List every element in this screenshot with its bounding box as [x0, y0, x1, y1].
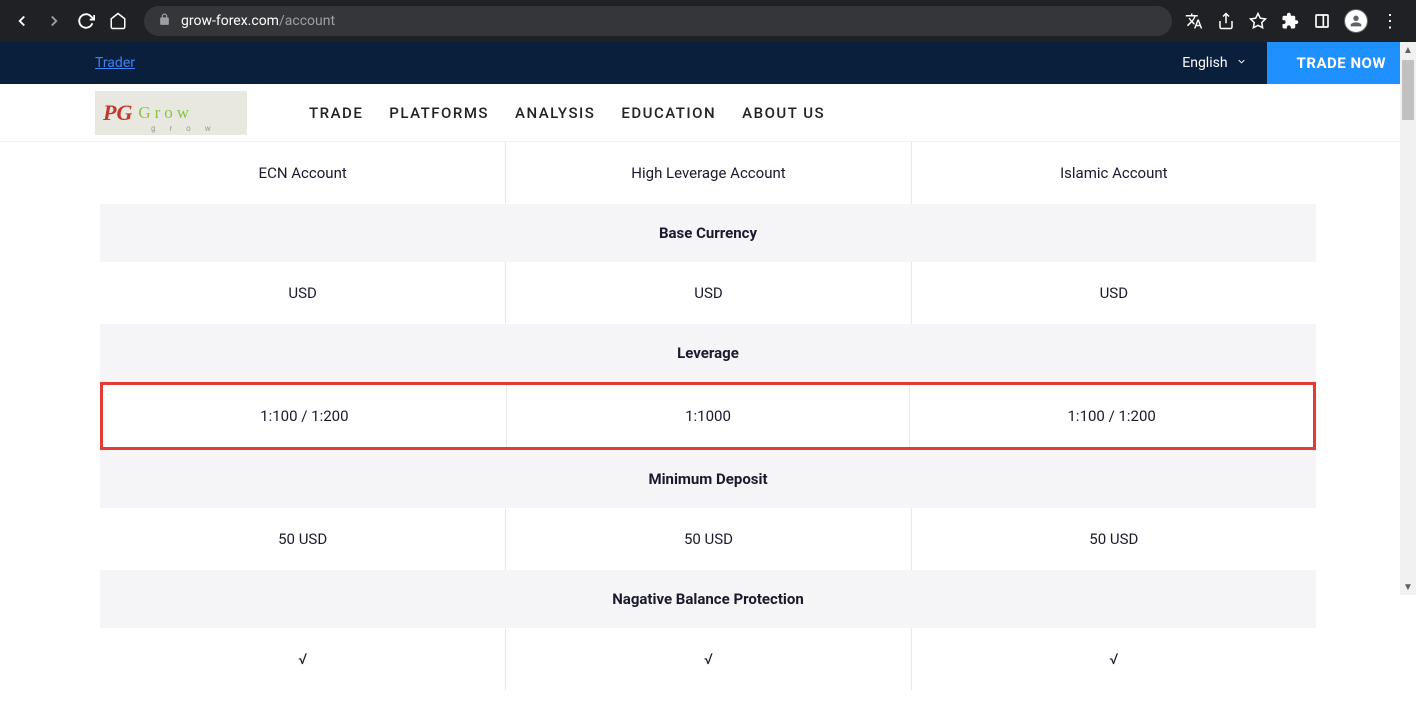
- section-header: Nagative Balance Protection: [100, 570, 1316, 628]
- trader-link[interactable]: Trader: [95, 55, 135, 71]
- account-type-cell: ECN Account: [100, 142, 505, 204]
- check-mark: √: [911, 628, 1316, 690]
- site-top-bar: Trader English TRADE NOW: [0, 42, 1416, 84]
- menu-icon[interactable]: ⋮: [1380, 11, 1400, 31]
- section-label: Leverage: [100, 324, 1316, 382]
- account-type-cell: High Leverage Account: [505, 142, 910, 204]
- table-cell: 50 USD: [100, 508, 505, 570]
- nav-education[interactable]: EDUCATION: [621, 104, 716, 122]
- chevron-down-icon: [1236, 55, 1247, 71]
- site-logo[interactable]: PG Grow g r o w: [95, 91, 247, 135]
- nav-about-us[interactable]: ABOUT US: [742, 104, 825, 122]
- account-type-cell: Islamic Account: [911, 142, 1316, 204]
- trade-now-button[interactable]: TRADE NOW: [1267, 42, 1416, 84]
- url-path: /account: [279, 13, 335, 29]
- scroll-up-arrow[interactable]: ▲: [1400, 42, 1416, 58]
- section-header: Minimum Deposit: [100, 450, 1316, 508]
- extensions-icon[interactable]: [1280, 11, 1300, 31]
- table-cell: 1:100 / 1:200: [103, 385, 506, 447]
- nav-trade[interactable]: TRADE: [309, 104, 363, 122]
- table-cell: USD: [911, 262, 1316, 324]
- language-label: English: [1182, 55, 1227, 71]
- table-cell: 50 USD: [911, 508, 1316, 570]
- panel-icon[interactable]: [1312, 11, 1332, 31]
- scroll-thumb[interactable]: [1402, 60, 1414, 120]
- section-label: Base Currency: [100, 204, 1316, 262]
- table-cell: 50 USD: [505, 508, 910, 570]
- check-mark: √: [505, 628, 910, 690]
- lock-icon: [158, 13, 171, 30]
- nav-analysis[interactable]: ANALYSIS: [515, 104, 595, 122]
- scroll-down-arrow[interactable]: ▼: [1400, 579, 1416, 595]
- section-label: Nagative Balance Protection: [100, 570, 1316, 628]
- back-button[interactable]: [8, 7, 36, 35]
- base-currency-row: USD USD USD: [100, 262, 1316, 324]
- page-scrollbar[interactable]: ▲ ▼: [1400, 42, 1416, 595]
- bookmark-star-icon[interactable]: [1248, 11, 1268, 31]
- section-header: Base Currency: [100, 204, 1316, 262]
- language-selector[interactable]: English: [1162, 55, 1266, 71]
- table-cell: USD: [100, 262, 505, 324]
- reload-button[interactable]: [72, 7, 100, 35]
- min-deposit-row: 50 USD 50 USD 50 USD: [100, 508, 1316, 570]
- browser-toolbar: grow-forex.com/account ⋮: [0, 0, 1416, 42]
- url-bar[interactable]: grow-forex.com/account: [144, 6, 1172, 36]
- forward-button[interactable]: [40, 7, 68, 35]
- nav-platforms[interactable]: PLATFORMS: [389, 104, 489, 122]
- translate-icon[interactable]: [1184, 11, 1204, 31]
- table-cell: 1:100 / 1:200: [909, 385, 1313, 447]
- profile-avatar[interactable]: [1344, 9, 1368, 33]
- table-cell: 1:1000: [506, 385, 910, 447]
- neg-balance-row: √ √ √: [100, 628, 1316, 690]
- section-label: Minimum Deposit: [100, 450, 1316, 508]
- share-icon[interactable]: [1216, 11, 1236, 31]
- section-header: Leverage: [100, 324, 1316, 382]
- main-nav: PG Grow g r o w TRADE PLATFORMS ANALYSIS…: [0, 84, 1416, 142]
- leverage-row: 1:100 / 1:200 1:1000 1:100 / 1:200: [100, 382, 1316, 450]
- table-cell: USD: [505, 262, 910, 324]
- account-types-row: ECN Account High Leverage Account Islami…: [100, 142, 1316, 204]
- check-mark: √: [100, 628, 505, 690]
- url-host: grow-forex.com: [181, 13, 279, 29]
- home-button[interactable]: [104, 7, 132, 35]
- account-comparison: ECN Account High Leverage Account Islami…: [0, 142, 1416, 710]
- highlighted-leverage: 1:100 / 1:200 1:1000 1:100 / 1:200: [100, 382, 1316, 450]
